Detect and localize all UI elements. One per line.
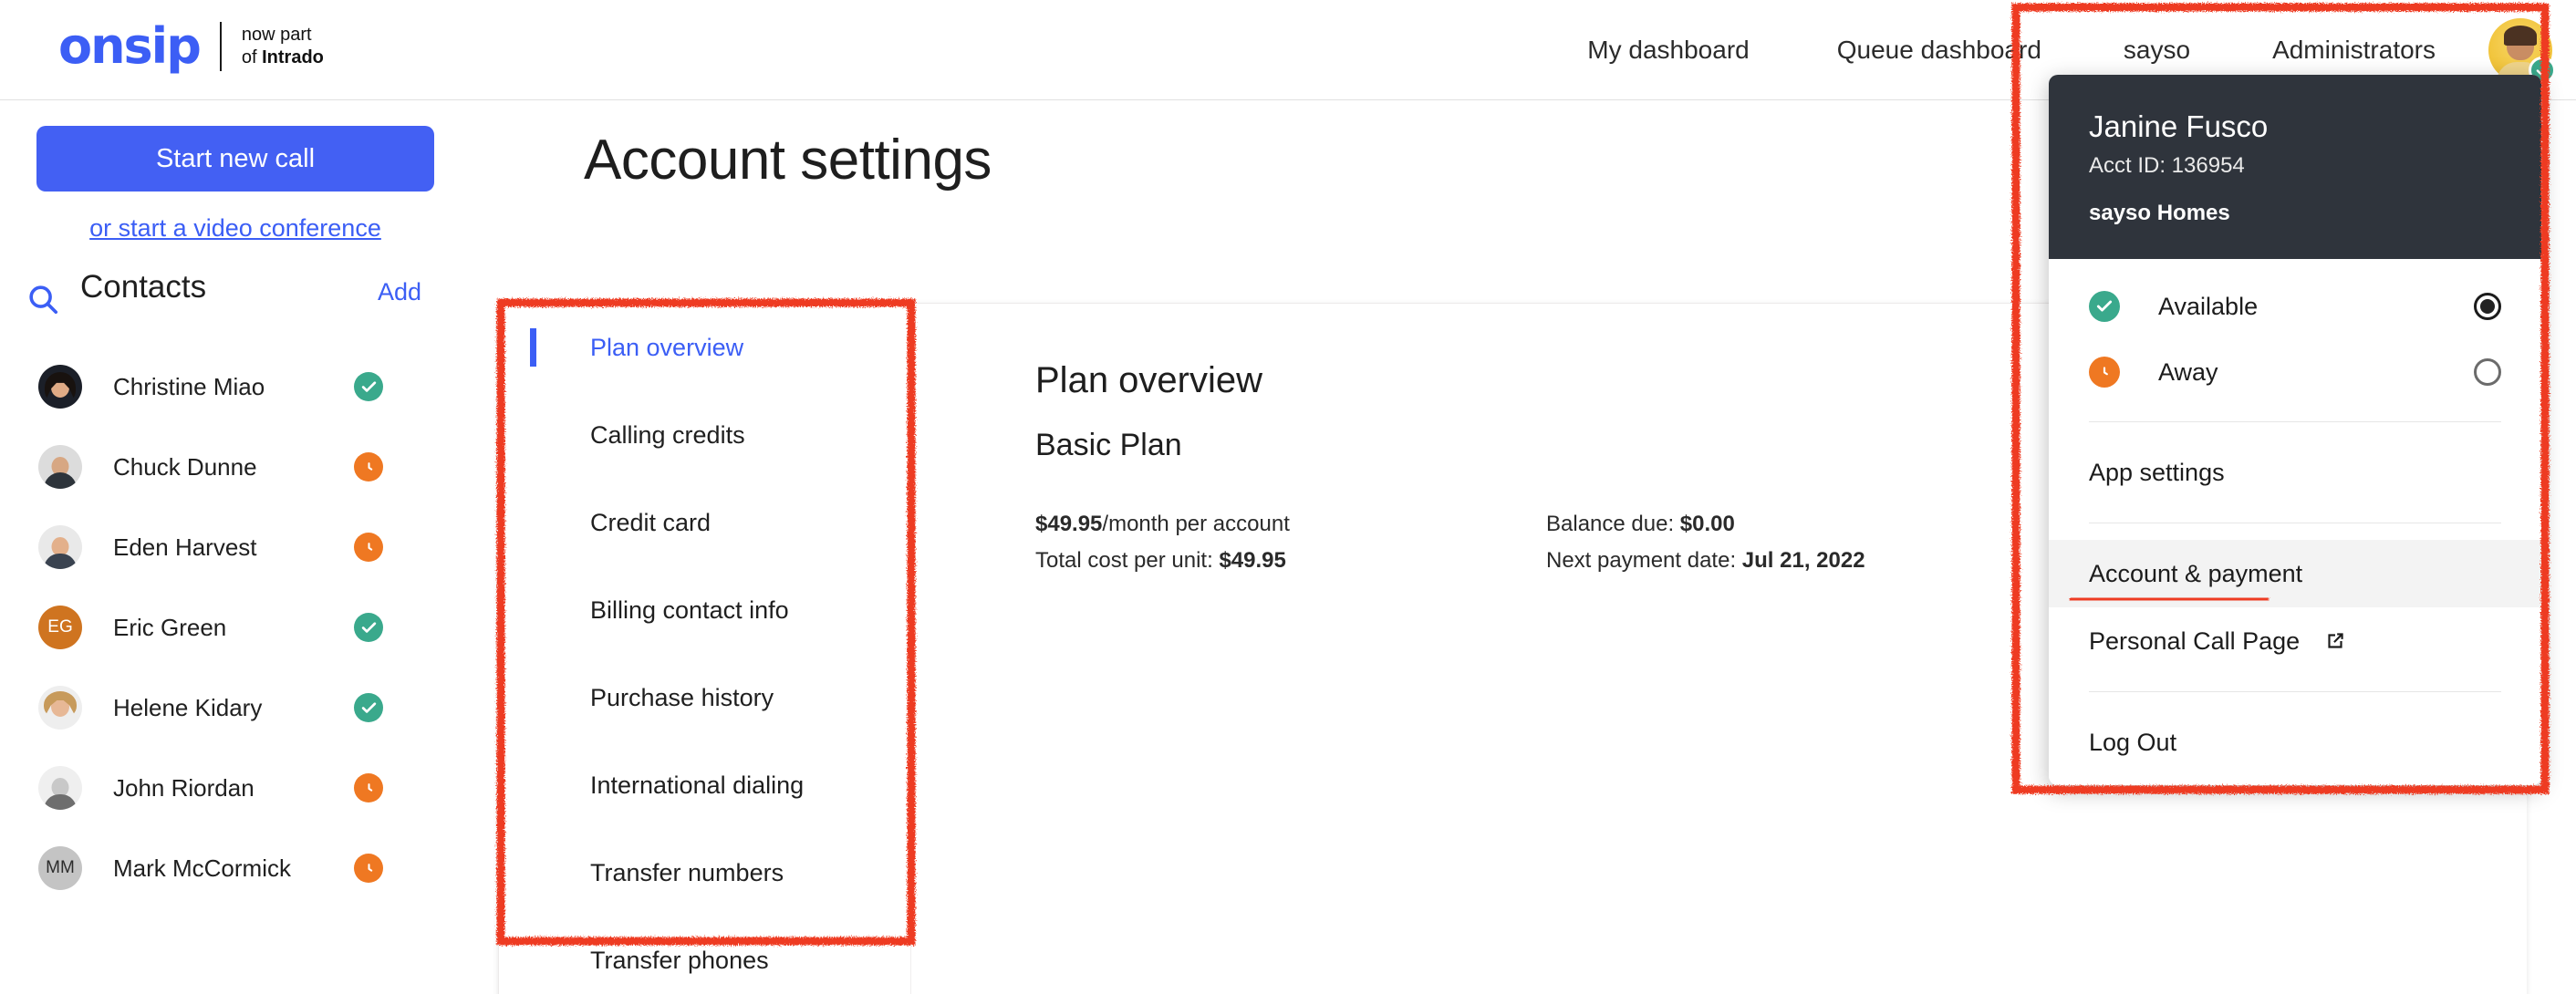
contact-avatar xyxy=(38,445,82,489)
nav-account-sayso[interactable]: sayso xyxy=(2124,36,2190,65)
list-item[interactable]: Chuck Dunne xyxy=(0,427,474,507)
logo-tagline-intrado: Intrado xyxy=(262,47,324,67)
settings-nav-item-international-dialing[interactable]: International dialing xyxy=(499,741,910,829)
nav-administrators[interactable]: Administrators xyxy=(2272,36,2436,65)
contact-status-away-icon xyxy=(354,854,383,883)
contact-avatar-initials: MM xyxy=(38,846,82,890)
contact-name: Eric Green xyxy=(113,613,227,641)
contact-avatar xyxy=(38,686,82,730)
logo-divider xyxy=(219,22,222,71)
plan-total-cost-value: $49.95 xyxy=(1219,547,1286,573)
user-menu-user-name: Janine Fusco xyxy=(2089,109,2269,143)
status-option-label: Available xyxy=(2158,292,2259,320)
plan-cost-column: $49.95/month per account Total cost per … xyxy=(1035,506,1546,578)
app-window: onsip now part of Intrado My dashboard Q… xyxy=(0,0,2576,994)
settings-nav-item-transfer-phones[interactable]: Transfer phones xyxy=(499,916,910,994)
user-menu-dropdown: Janine Fusco Acct ID: 136954 sayso Homes… xyxy=(2049,75,2541,785)
menu-item-personal-call-page[interactable]: Personal Call Page xyxy=(2049,607,2541,675)
plan-total-cost-line: Total cost per unit: $49.95 xyxy=(1035,543,1546,579)
plan-next-payment-value: Jul 21, 2022 xyxy=(1741,547,1865,573)
menu-divider xyxy=(2089,691,2501,692)
settings-nav-item-transfer-numbers[interactable]: Transfer numbers xyxy=(499,829,910,916)
contact-avatar xyxy=(38,766,82,810)
search-icon[interactable] xyxy=(26,282,60,316)
logo-tagline-line1: now part xyxy=(241,25,312,45)
plan-billing-column: Balance due: $0.00 Next payment date: Ju… xyxy=(1546,506,2057,578)
menu-item-label: Personal Call Page xyxy=(2089,626,2301,655)
list-item[interactable]: Christine Miao xyxy=(0,347,474,427)
contacts-list: Christine Miao Chuck Dunne Eden Harvest … xyxy=(0,347,474,908)
user-menu-body: Available Away App settings Account & pa… xyxy=(2049,259,2541,785)
list-item[interactable]: Eden Harvest xyxy=(0,507,474,587)
contact-status-away-icon xyxy=(354,533,383,562)
clock-circle-icon xyxy=(2089,357,2120,388)
menu-item-account-payment[interactable]: Account & payment xyxy=(2049,540,2541,607)
menu-item-app-settings[interactable]: App settings xyxy=(2049,439,2541,506)
nav-queue-dashboard[interactable]: Queue dashboard xyxy=(1837,36,2041,65)
settings-nav-item-billing-contact-info[interactable]: Billing contact info xyxy=(499,566,910,654)
contacts-title: Contacts xyxy=(80,269,207,305)
nav-my-dashboard[interactable]: My dashboard xyxy=(1587,36,1749,65)
settings-nav-item-purchase-history[interactable]: Purchase history xyxy=(499,654,910,741)
plan-total-cost-label: Total cost per unit: xyxy=(1035,547,1220,573)
contact-name: Chuck Dunne xyxy=(113,452,257,481)
external-link-icon xyxy=(2323,629,2347,653)
logo-tagline-line2: of Intrado xyxy=(242,47,324,69)
contact-name: Helene Kidary xyxy=(113,693,263,721)
contact-status-available-icon xyxy=(354,613,383,642)
settings-nav-item-plan-overview[interactable]: Plan overview xyxy=(499,304,910,391)
contact-avatar xyxy=(38,525,82,569)
menu-item-log-out[interactable]: Log Out xyxy=(2049,709,2541,776)
list-item[interactable]: Helene Kidary xyxy=(0,668,474,748)
plan-balance-label: Balance due: xyxy=(1546,512,1680,536)
plan-balance-line: Balance due: $0.00 xyxy=(1546,506,2057,543)
list-item[interactable]: EG Eric Green xyxy=(0,587,474,668)
contacts-header: Contacts Add xyxy=(0,269,474,333)
plan-price-suffix: /month per account xyxy=(1102,512,1290,536)
plan-price-line: $49.95/month per account xyxy=(1035,506,1546,543)
contact-status-available-icon xyxy=(354,372,383,401)
contact-name: Mark McCormick xyxy=(113,854,291,882)
start-new-call-button[interactable]: Start new call xyxy=(36,126,434,192)
status-option-available[interactable]: Available xyxy=(2049,274,2541,339)
radio-away[interactable] xyxy=(2474,358,2501,386)
menu-item-label: Account & payment xyxy=(2089,559,2303,587)
list-item[interactable]: John Riordan xyxy=(0,748,474,828)
brand-logo[interactable]: onsip now part of Intrado xyxy=(58,22,324,71)
avatar[interactable] xyxy=(2488,18,2556,84)
plan-name: Basic Plan xyxy=(1035,428,1182,462)
logo-wordmark: onsip xyxy=(58,17,202,75)
status-option-label: Away xyxy=(2158,357,2218,386)
logo-tagline-of: of xyxy=(241,47,263,67)
user-menu-header: Janine Fusco Acct ID: 136954 sayso Homes xyxy=(2049,75,2541,259)
list-item[interactable]: MM Mark McCormick xyxy=(0,828,474,908)
user-menu-account-id: Acct ID: 136954 xyxy=(2089,153,2245,178)
contact-status-away-icon xyxy=(354,452,383,481)
check-circle-icon xyxy=(2089,291,2120,322)
plan-next-payment-line: Next payment date: Jul 21, 2022 xyxy=(1546,543,2057,579)
contact-avatar xyxy=(38,365,82,409)
menu-divider xyxy=(2089,421,2501,422)
contact-status-available-icon xyxy=(354,693,383,722)
plan-overview-heading: Plan overview xyxy=(1035,360,1263,400)
add-contact-link[interactable]: Add xyxy=(378,278,421,306)
plan-next-payment-label: Next payment date: xyxy=(1546,547,1742,573)
user-menu-organization: sayso Homes xyxy=(2089,201,2230,225)
contact-name: Christine Miao xyxy=(113,372,265,400)
settings-nav-item-credit-card[interactable]: Credit card xyxy=(499,479,910,566)
left-sidebar: Start new call or start a video conferen… xyxy=(0,100,498,994)
start-video-conference-link[interactable]: or start a video conference xyxy=(36,214,434,243)
settings-nav-item-calling-credits[interactable]: Calling credits xyxy=(499,391,910,479)
plan-price-amount: $49.95 xyxy=(1035,512,1103,536)
page-title: Account settings xyxy=(584,129,992,192)
contact-name: John Riordan xyxy=(113,773,254,802)
settings-nav: Plan overview Calling credits Credit car… xyxy=(499,304,911,994)
contact-name: Eden Harvest xyxy=(113,533,257,561)
contact-avatar-initials: EG xyxy=(38,606,82,649)
plan-balance-value: $0.00 xyxy=(1679,512,1735,536)
contact-status-away-icon xyxy=(354,773,383,802)
radio-available[interactable] xyxy=(2474,293,2501,320)
logo-tagline: now part of Intrado xyxy=(242,24,324,69)
status-option-away[interactable]: Away xyxy=(2049,339,2541,405)
